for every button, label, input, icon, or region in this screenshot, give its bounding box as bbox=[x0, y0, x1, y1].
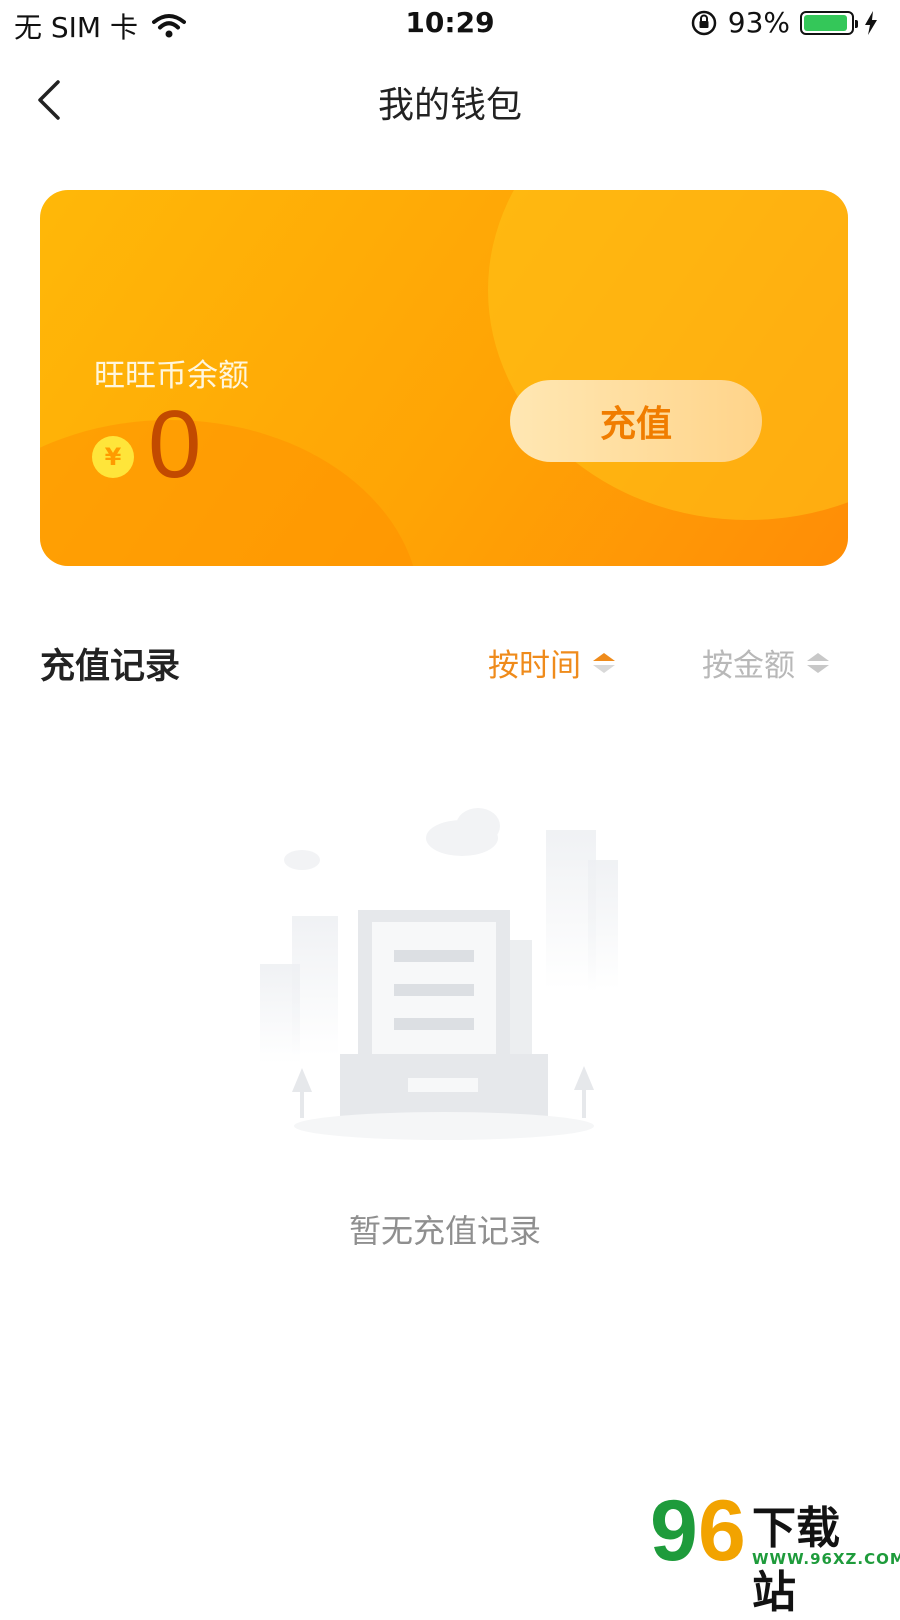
empty-records-illustration bbox=[260, 808, 618, 1140]
records-title: 充值记录 bbox=[40, 647, 181, 687]
balance-label: 旺旺币余额 bbox=[94, 358, 249, 394]
sort-by-amount-button[interactable]: 按金额 bbox=[702, 640, 831, 685]
yuan-coin-icon: ¥ bbox=[92, 436, 134, 478]
watermark-url: WWW.96XZ.COM bbox=[752, 1550, 900, 1568]
orientation-lock-icon bbox=[691, 10, 717, 35]
sort-arrows-icon bbox=[807, 652, 829, 673]
card-decoration bbox=[488, 190, 848, 520]
battery-cap bbox=[855, 19, 858, 28]
watermark-digit: 9 bbox=[650, 1483, 698, 1579]
watermark-digit: 6 bbox=[698, 1483, 746, 1579]
status-right: 93% bbox=[690, 6, 878, 39]
sort-arrows-icon bbox=[593, 652, 615, 673]
wallet-card: 旺旺币余额 ¥ 0 充值 bbox=[40, 190, 848, 566]
balance-value: 0 bbox=[148, 391, 202, 498]
sort-by-amount-label: 按金额 bbox=[702, 648, 795, 684]
status-bar: 无 SIM 卡 10:29 93% bbox=[0, 0, 900, 50]
charging-bolt-icon bbox=[865, 10, 877, 35]
recharge-button[interactable]: 充值 bbox=[510, 380, 762, 462]
battery-icon bbox=[800, 10, 858, 35]
page-title: 我的钱包 bbox=[377, 85, 522, 126]
battery-percent: 93% bbox=[727, 6, 790, 39]
site-watermark-logo: 9 6 下载站 WWW.96XZ.COM bbox=[650, 1483, 900, 1618]
nav-bar: 我的钱包 bbox=[0, 62, 900, 138]
sort-by-time-label: 按时间 bbox=[488, 648, 581, 684]
currency-symbol: ¥ bbox=[104, 443, 122, 471]
empty-records-text: 暂无充值记录 bbox=[348, 1212, 541, 1250]
sort-by-time-button[interactable]: 按时间 bbox=[488, 640, 617, 685]
battery-level-fill bbox=[804, 14, 847, 31]
